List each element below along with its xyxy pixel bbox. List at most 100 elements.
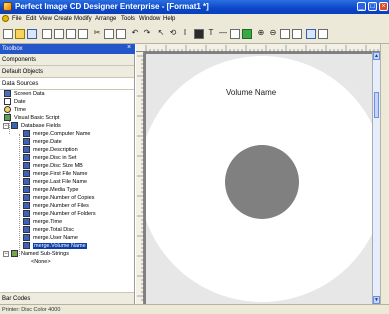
- tree-item-date[interactable]: Date: [4, 98, 26, 106]
- tree-item-field[interactable]: merge.Time: [23, 218, 62, 226]
- barcode-icon[interactable]: [194, 29, 204, 39]
- tree-item-field[interactable]: merge.Date: [23, 138, 62, 146]
- tree-item-field[interactable]: merge.Total Disc: [23, 226, 74, 234]
- print-preview-icon[interactable]: [78, 29, 88, 39]
- open-icon[interactable]: [15, 29, 25, 39]
- copy-icon[interactable]: [104, 29, 114, 39]
- tree-item-database-fields[interactable]: Database Fields: [11, 122, 61, 130]
- paste-icon[interactable]: [116, 29, 126, 39]
- print-icon[interactable]: [54, 29, 64, 39]
- tree-item-field[interactable]: merge.Number of Files: [23, 202, 89, 210]
- tree-item-field[interactable]: merge.Number of Folders: [23, 210, 96, 218]
- menu-create[interactable]: Create: [54, 16, 72, 22]
- scroll-up-icon[interactable]: ▲: [373, 52, 380, 60]
- menu-file[interactable]: File: [12, 16, 22, 22]
- image-icon[interactable]: [242, 29, 252, 39]
- field-icon: [23, 186, 30, 194]
- tree-item-field[interactable]: merge.Disc Size MB: [23, 162, 83, 170]
- grid-icon[interactable]: [292, 29, 302, 39]
- tree-item-field[interactable]: merge.Media Type: [23, 186, 78, 194]
- section-components[interactable]: Components: [0, 54, 134, 66]
- tree-item-field[interactable]: merge.Last File Name: [23, 178, 87, 186]
- field-icon: [23, 242, 30, 250]
- section-label: Components: [2, 56, 37, 63]
- data-sources-tree: Screen Data Date Time Visual Basic Scrip…: [0, 90, 134, 296]
- scroll-down-icon[interactable]: ▼: [373, 296, 380, 304]
- menu-arrange[interactable]: Arrange: [95, 16, 116, 22]
- tree-item-field[interactable]: merge.Number of Copies: [23, 194, 94, 202]
- cd-hub-hole: [225, 145, 299, 219]
- line-icon[interactable]: —: [218, 29, 228, 39]
- close-button[interactable]: ×: [379, 2, 388, 11]
- cut-icon[interactable]: ✂: [92, 29, 102, 39]
- document-icon[interactable]: [2, 15, 9, 22]
- zoom-out-icon[interactable]: ⊖: [268, 29, 278, 39]
- scroll-thumb[interactable]: [374, 92, 379, 118]
- status-text: Printer: Disc Color 4000: [2, 306, 61, 313]
- rectangle-icon[interactable]: [230, 29, 240, 39]
- text-icon[interactable]: T: [206, 29, 216, 39]
- section-data-sources[interactable]: Data Sources: [0, 78, 134, 90]
- rotate-icon[interactable]: ⟲: [168, 29, 178, 39]
- pointer-icon[interactable]: ↖: [156, 29, 166, 39]
- section-label: Default Objects: [2, 68, 44, 75]
- section-default-objects[interactable]: Default Objects: [0, 66, 134, 78]
- undo-icon[interactable]: ↶: [130, 29, 140, 39]
- side-toolbar: [380, 44, 389, 314]
- tree-item-field[interactable]: merge.Computer Name: [23, 130, 90, 138]
- field-icon: [23, 162, 30, 170]
- vertical-scrollbar[interactable]: ▲ ▼: [372, 52, 380, 304]
- menu-view[interactable]: View: [39, 16, 52, 22]
- folder-icon: [11, 250, 18, 258]
- text-cursor-icon[interactable]: I: [180, 29, 190, 39]
- horizontal-ruler: [136, 44, 380, 52]
- tree-item-screen-data[interactable]: Screen Data: [4, 90, 45, 98]
- zoom-fit-icon[interactable]: [280, 29, 290, 39]
- menu-help[interactable]: Help: [163, 16, 175, 22]
- field-icon: [23, 226, 30, 234]
- menu-tools[interactable]: Tools: [121, 16, 135, 22]
- title-bar: Perfect Image CD Designer Enterprise - […: [0, 0, 389, 14]
- tree-item-none[interactable]: <None>: [31, 258, 51, 266]
- menu-edit[interactable]: Edit: [26, 16, 36, 22]
- field-icon: [23, 170, 30, 178]
- status-bar: Printer: Disc Color 4000: [0, 304, 389, 314]
- tree-item-field[interactable]: merge.First File Name: [23, 170, 87, 178]
- clock-icon: [4, 106, 11, 114]
- new-icon[interactable]: [3, 29, 13, 39]
- database-icon[interactable]: [318, 29, 328, 39]
- properties-icon[interactable]: [306, 29, 316, 39]
- panel-close-icon[interactable]: ×: [127, 44, 131, 51]
- print-setup-icon[interactable]: [42, 29, 52, 39]
- tree-item-time[interactable]: Time: [4, 106, 26, 114]
- calendar-icon: [4, 98, 11, 106]
- tree-item-vbscript[interactable]: Visual Basic Script: [4, 114, 59, 122]
- menu-window[interactable]: Window: [139, 16, 160, 22]
- minimize-button[interactable]: _: [357, 2, 366, 11]
- field-icon: [23, 138, 30, 146]
- redo-icon[interactable]: ↷: [142, 29, 152, 39]
- tree-item-field[interactable]: merge.Volume Name: [23, 242, 87, 250]
- printer-icon[interactable]: [66, 29, 76, 39]
- field-icon: [23, 130, 30, 138]
- section-bar-codes[interactable]: Bar Codes: [0, 292, 134, 304]
- app-icon: [3, 2, 12, 11]
- menu-modify[interactable]: Modify: [74, 16, 92, 22]
- expand-named-substrings-icon[interactable]: −: [3, 251, 9, 257]
- tree-item-named-substrings[interactable]: Named Sub-Strings: [11, 250, 69, 258]
- save-icon[interactable]: [27, 29, 37, 39]
- tree-item-field[interactable]: merge.Description: [23, 146, 78, 154]
- maximize-button[interactable]: □: [368, 2, 377, 11]
- script-icon: [4, 114, 11, 122]
- panel-header: Toolbox ×: [0, 44, 135, 54]
- expand-database-fields-icon[interactable]: −: [3, 123, 9, 129]
- section-label: Data Sources: [2, 80, 39, 87]
- zoom-in-icon[interactable]: ⊕: [256, 29, 266, 39]
- database-icon: [11, 122, 18, 130]
- tree-item-field[interactable]: merge.Disc in Set: [23, 154, 76, 162]
- field-icon: [23, 146, 30, 154]
- field-icon: [23, 194, 30, 202]
- tree-item-field[interactable]: merge.User Name: [23, 234, 78, 242]
- volume-name-field[interactable]: Volume Name: [226, 88, 276, 97]
- panel-title: Toolbox: [2, 45, 23, 52]
